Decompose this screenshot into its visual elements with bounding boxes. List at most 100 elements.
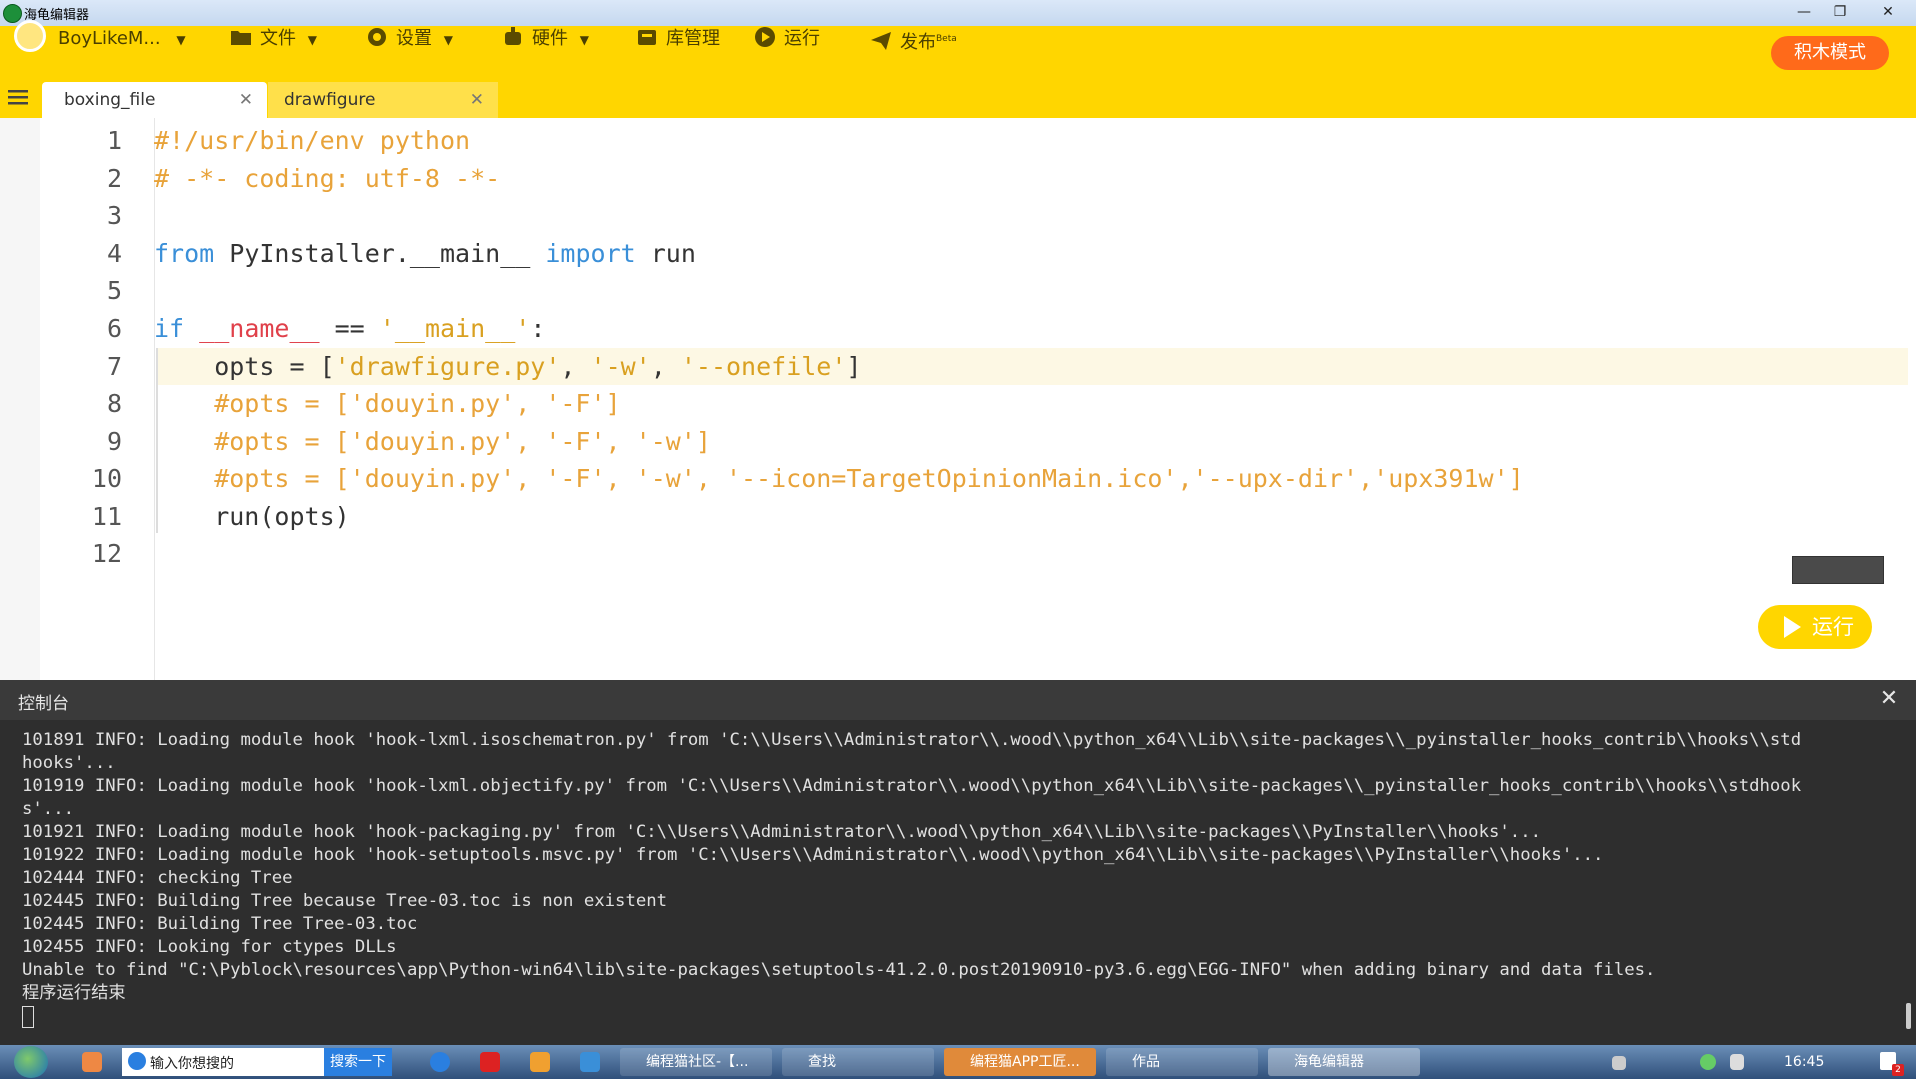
- console-line: s'...: [22, 799, 75, 819]
- battery-icon[interactable]: [1730, 1054, 1744, 1070]
- string-literal: '-w': [590, 352, 651, 381]
- import-target: run: [635, 239, 696, 268]
- code-line-10: #opts = ['douyin.py', '-F', '-w', '--ico…: [154, 464, 1524, 493]
- console-scrollbar[interactable]: [1906, 1003, 1911, 1029]
- taskbar-item[interactable]: 编程猫APP工匠...: [944, 1048, 1096, 1076]
- console-input-cursor[interactable]: [22, 1006, 34, 1028]
- run-code-label: 运行: [1812, 615, 1854, 639]
- close-tab-icon[interactable]: ✕: [470, 82, 484, 118]
- app-logo-icon: [3, 4, 22, 23]
- play-circle-icon: [754, 26, 776, 48]
- user-menu[interactable]: BoyLikeM... ▼: [58, 24, 186, 54]
- line-number: 8: [106, 389, 122, 418]
- gear-icon: [366, 26, 388, 48]
- line-number: 7: [106, 352, 122, 381]
- app-icon[interactable]: [480, 1052, 500, 1072]
- hardware-menu[interactable]: 硬件 ▼: [502, 24, 589, 54]
- tab-drawfigure[interactable]: drawfigure ✕: [268, 82, 498, 118]
- code-text: opts = [: [154, 352, 335, 381]
- module-name: PyInstaller.__main__: [214, 239, 546, 268]
- line-number: 2: [106, 164, 122, 193]
- app-icon[interactable]: [530, 1052, 550, 1072]
- operator: ==: [319, 314, 380, 343]
- taskbar-clock[interactable]: 16:45: [1784, 1054, 1824, 1070]
- console-line: 101921 INFO: Loading module hook 'hook-p…: [22, 822, 1542, 842]
- line-number: 4: [106, 239, 122, 268]
- library-manager-button[interactable]: 库管理: [636, 24, 720, 54]
- code-line-11: run(opts): [154, 502, 350, 531]
- app-icon[interactable]: [580, 1052, 600, 1072]
- notification-count-badge: 2: [1892, 1064, 1904, 1076]
- robot-icon: [502, 26, 524, 48]
- string-literal: '--onefile': [680, 352, 847, 381]
- start-button[interactable]: [14, 1046, 48, 1078]
- taskbar-item-label: 作品: [1132, 1054, 1160, 1070]
- run-toolbar-button[interactable]: 运行: [754, 24, 820, 54]
- console-title: 控制台: [18, 694, 69, 714]
- console-line: 102445 INFO: Building Tree because Tree-…: [22, 891, 668, 911]
- file-menu-label: 文件: [260, 28, 296, 49]
- code-line-1: #!/usr/bin/env python: [154, 126, 471, 155]
- tab-boxing-file[interactable]: boxing_file ✕: [42, 82, 267, 118]
- folder-icon: [230, 26, 252, 48]
- line-number: 3: [106, 201, 122, 230]
- console-line: hooks'...: [22, 753, 116, 773]
- keyword-from: from: [154, 239, 215, 268]
- app-icon[interactable]: [430, 1052, 450, 1072]
- chevron-down-icon: ▼: [176, 33, 186, 47]
- taskbar-item-label: 编程猫社区-【...: [646, 1054, 749, 1070]
- close-window-button[interactable]: ✕: [1874, 2, 1902, 22]
- publish-label: 发布: [900, 32, 936, 53]
- console-line: 102455 INFO: Looking for ctypes DLLs: [22, 937, 397, 957]
- line-number: 5: [106, 276, 122, 305]
- code-line-8: #opts = ['douyin.py', '-F']: [154, 389, 621, 418]
- block-mode-button[interactable]: 积木模式: [1771, 36, 1889, 70]
- hamburger-menu-icon[interactable]: [8, 88, 30, 108]
- chevron-down-icon: ▼: [307, 33, 317, 47]
- taskbar-item-label: 编程猫APP工匠...: [970, 1054, 1080, 1070]
- taskbar-search-button[interactable]: 搜索一下: [324, 1048, 392, 1076]
- file-menu[interactable]: 文件 ▼: [230, 24, 317, 54]
- bell-icon[interactable]: [1612, 1056, 1626, 1070]
- user-avatar[interactable]: [14, 20, 46, 52]
- chevron-down-icon: ▼: [579, 33, 589, 47]
- network-icon[interactable]: [1700, 1054, 1716, 1070]
- maximize-button[interactable]: ❐: [1826, 2, 1854, 22]
- string-literal: 'drawfigure.py': [334, 352, 561, 381]
- code-line-4: from PyInstaller.__main__ import run: [154, 235, 696, 272]
- code-line-9: #opts = ['douyin.py', '-F', '-w']: [154, 427, 711, 456]
- line-number: 12: [91, 539, 122, 568]
- app-icon[interactable]: [82, 1052, 102, 1072]
- code-line-7: opts = ['drawfigure.py', '-w', '--onefil…: [154, 348, 861, 385]
- taskbar-item-label: 海龟编辑器: [1294, 1054, 1364, 1070]
- search-placeholder: 输入你想搜的: [150, 1056, 234, 1072]
- editor-side-gutter: [0, 118, 40, 680]
- dunder-name: __name__: [184, 314, 320, 343]
- taskbar-item[interactable]: 查找: [782, 1048, 934, 1076]
- console-line: 101891 INFO: Loading module hook 'hook-l…: [22, 730, 1802, 750]
- minimize-button[interactable]: —: [1790, 2, 1818, 22]
- tab-label: drawfigure: [284, 90, 376, 110]
- ie-icon: [128, 1052, 146, 1070]
- play-icon: [1784, 616, 1801, 638]
- settings-menu[interactable]: 设置 ▼: [366, 24, 453, 54]
- console-line: 101922 INFO: Loading module hook 'hook-s…: [22, 845, 1604, 865]
- window-title-bar: 海龟编辑器 — ❐ ✕: [0, 0, 1916, 27]
- taskbar-search-input[interactable]: 输入你想搜的: [122, 1048, 324, 1076]
- library-icon: [636, 26, 658, 48]
- publish-button[interactable]: 发布Beta: [870, 24, 957, 54]
- run-code-button[interactable]: 运行: [1758, 605, 1872, 649]
- taskbar-item[interactable]: 编程猫社区-【...: [620, 1048, 772, 1076]
- taskbar-item[interactable]: 作品: [1106, 1048, 1258, 1076]
- line-number: 6: [106, 314, 122, 343]
- string-literal: '__main__': [379, 314, 531, 343]
- close-console-icon[interactable]: ✕: [1876, 686, 1902, 712]
- console-line: 程序运行结束: [22, 983, 126, 1003]
- line-number: 11: [91, 502, 122, 531]
- input-method-toolbar[interactable]: [1792, 556, 1884, 584]
- chevron-down-icon: ▼: [443, 33, 453, 47]
- keyword-import: import: [545, 239, 636, 268]
- close-tab-icon[interactable]: ✕: [239, 82, 253, 118]
- taskbar-item[interactable]: 海龟编辑器: [1268, 1048, 1420, 1076]
- beta-badge: Beta: [936, 34, 957, 44]
